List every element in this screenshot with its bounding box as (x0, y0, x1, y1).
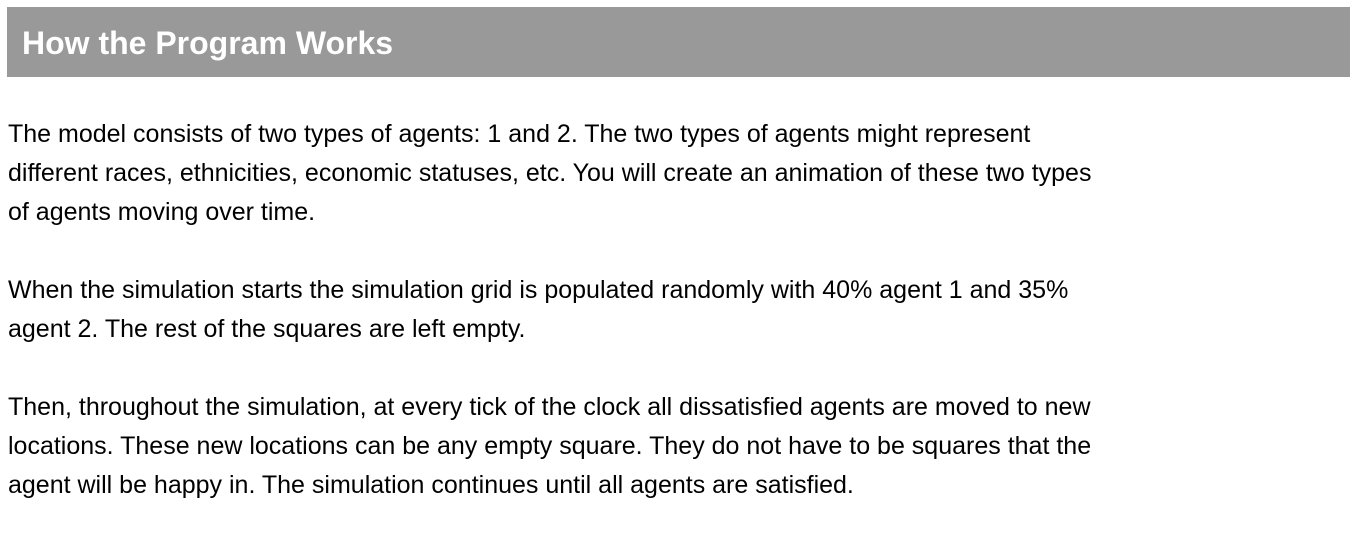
text-line: agent will be happy in. The simulation c… (8, 471, 854, 499)
text-line: different races, ethnicities, economic s… (8, 159, 1092, 187)
section-title: How the Program Works (22, 25, 394, 61)
text-line: When the simulation starts the simulatio… (8, 276, 1069, 304)
paragraph-agents: The model consists of two types of agent… (8, 115, 1353, 232)
text-line: Then, throughout the simulation, at ever… (8, 393, 1091, 421)
section-body: The model consists of two types of agent… (8, 115, 1353, 544)
text-line: agent 2. The rest of the squares are lef… (8, 315, 526, 343)
text-line: of agents moving over time. (8, 198, 316, 226)
text-line: locations. These new locations can be an… (8, 432, 1092, 460)
paragraph-start: When the simulation starts the simulatio… (8, 271, 1353, 349)
section-header: How the Program Works (7, 7, 1350, 77)
text-line: The model consists of two types of agent… (8, 120, 1031, 148)
paragraph-movement: Then, throughout the simulation, at ever… (8, 388, 1353, 505)
